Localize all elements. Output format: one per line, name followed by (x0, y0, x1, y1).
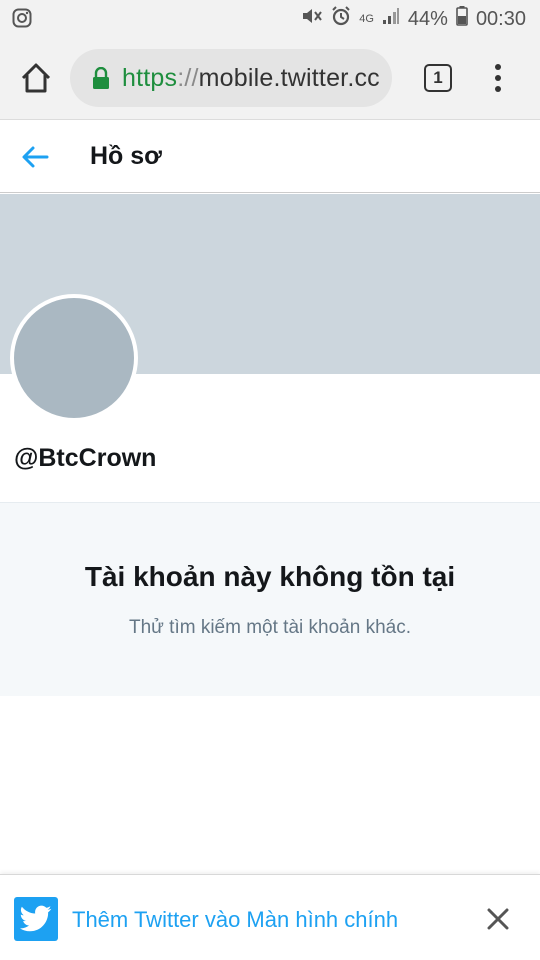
twitter-bird-icon (14, 897, 58, 941)
alarm-icon (331, 6, 351, 32)
signal-icon (382, 7, 400, 31)
home-button[interactable] (18, 60, 54, 96)
back-button[interactable] (20, 143, 50, 171)
url-text: https://mobile.twitter.cc (122, 64, 380, 93)
menu-dot-icon (495, 86, 501, 92)
profile-handle: @BtcCrown (14, 444, 157, 472)
add-to-homescreen-link[interactable]: Thêm Twitter vào Màn hình chính (72, 907, 398, 933)
menu-dot-icon (495, 64, 501, 70)
url-host: mobile.twitter.cc (198, 63, 380, 92)
clock: 00:30 (475, 7, 526, 30)
avatar (10, 294, 138, 422)
address-bar[interactable]: https://mobile.twitter.cc (70, 49, 392, 107)
status-icons: 4G 44% 00:30 (301, 6, 526, 32)
status-bar: 4G 44% 00:30 (0, 0, 540, 36)
close-icon (487, 908, 509, 930)
page-title: Hồ sơ (90, 142, 162, 170)
battery-percent: 44% (407, 7, 448, 30)
url-scheme: https (122, 63, 178, 92)
add-to-homescreen-bar: Thêm Twitter vào Màn hình chính (0, 874, 540, 960)
account-not-found-panel: Tài khoản này không tồn tại Thử tìm kiếm… (0, 502, 540, 696)
url-separator: :// (177, 63, 199, 92)
overflow-menu-button[interactable] (486, 62, 510, 94)
empty-state-title: Tài khoản này không tồn tại (84, 561, 456, 592)
browser-toolbar: https://mobile.twitter.cc 1 (0, 36, 540, 120)
tab-switcher-button[interactable]: 1 (424, 64, 452, 92)
network-type: 4G (359, 13, 374, 25)
back-arrow-icon (22, 146, 49, 168)
empty-state-subtitle: Thử tìm kiếm một tài khoản khác. (129, 617, 411, 638)
home-icon (21, 63, 51, 93)
menu-dot-icon (495, 75, 501, 81)
close-button[interactable] (484, 905, 512, 933)
app-header: Hồ sơ (0, 121, 540, 193)
lock-icon (92, 66, 110, 89)
instagram-icon (12, 8, 32, 34)
mute-icon (301, 6, 323, 32)
battery-icon (456, 6, 468, 32)
